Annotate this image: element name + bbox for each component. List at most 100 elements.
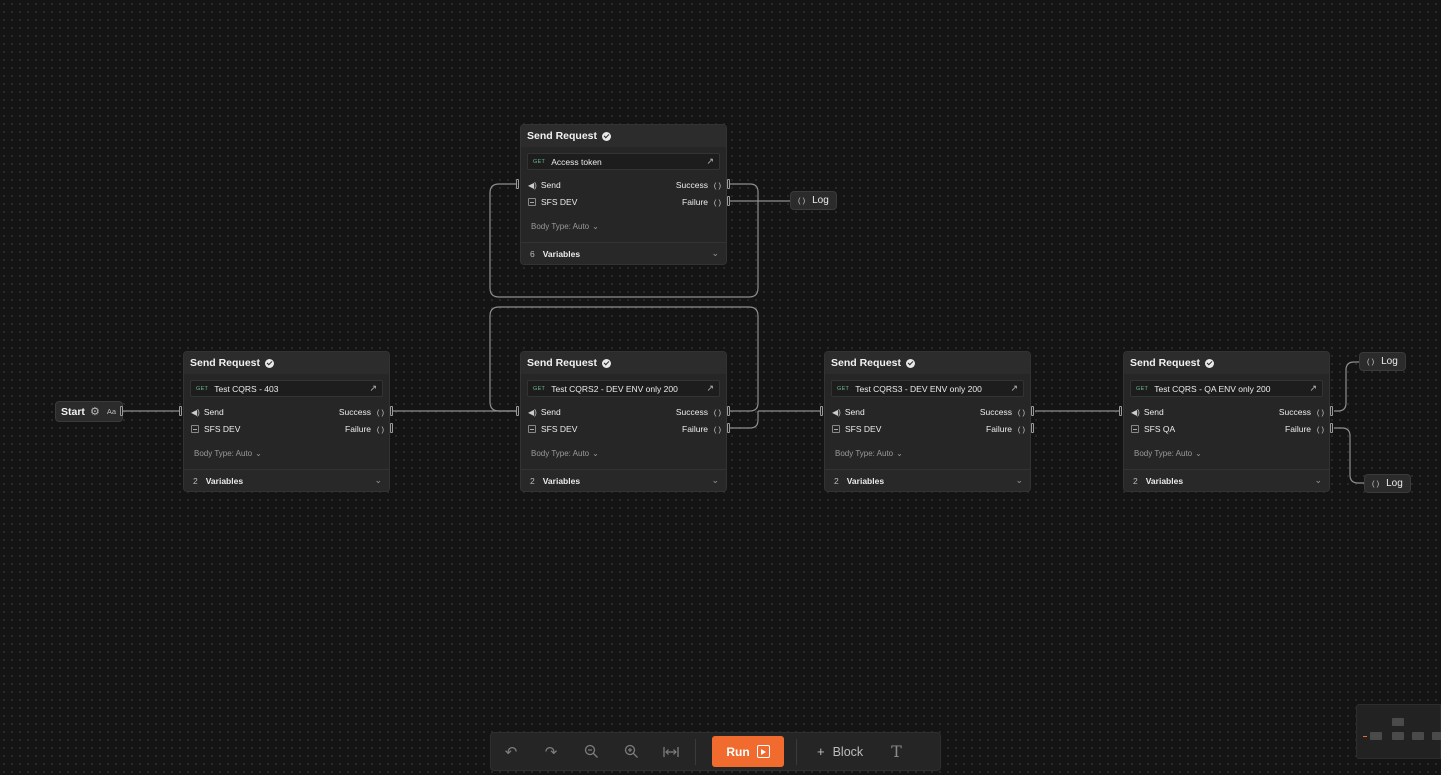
log-input-icon: ( ) bbox=[1372, 479, 1380, 488]
log-input-icon: ( ) bbox=[798, 196, 806, 205]
chevron-down-icon: ⌄ bbox=[711, 475, 719, 485]
chevron-down-icon: ⌄ bbox=[1314, 475, 1322, 485]
success-label: Success bbox=[675, 407, 708, 417]
access-token-send-port[interactable] bbox=[516, 179, 519, 189]
body-type-select[interactable]: Body Type: Auto ⌄ bbox=[531, 449, 599, 458]
body-type-label: Body Type: Auto bbox=[531, 449, 590, 458]
zoom-in-icon[interactable] bbox=[611, 737, 651, 767]
variables-toggle[interactable]: 2 Variables ⌄ bbox=[184, 469, 389, 491]
open-external-icon[interactable]: ↗ bbox=[706, 383, 714, 394]
cqrs2-success-port[interactable] bbox=[727, 406, 730, 416]
request-selector[interactable]: GET Test CQRS - QA ENV only 200 ↗ bbox=[1130, 380, 1323, 397]
node-title: Send Request bbox=[1130, 357, 1201, 369]
failure-label: Failure bbox=[682, 424, 708, 434]
access-token-failure-port[interactable] bbox=[727, 196, 730, 206]
success-label: Success bbox=[1278, 407, 1311, 417]
log-node-token-failure[interactable]: ( ) Log bbox=[790, 191, 837, 210]
env-row: SFS DEV Failure ( ) bbox=[184, 423, 391, 435]
send-signal-icon: ◀) bbox=[832, 407, 841, 417]
cqrs2-send-port[interactable] bbox=[516, 406, 519, 416]
zoom-out-icon[interactable] bbox=[571, 737, 611, 767]
log-node-qa-success[interactable]: ( ) Log bbox=[1359, 352, 1406, 371]
failure-output-icon: ( ) bbox=[1017, 424, 1025, 434]
add-block-button[interactable]: + Block bbox=[817, 744, 863, 759]
cqrs-qa-send-port[interactable] bbox=[1119, 406, 1122, 416]
success-output-icon: ( ) bbox=[1017, 407, 1025, 417]
body-type-select[interactable]: Body Type: Auto ⌄ bbox=[194, 449, 262, 458]
success-label: Success bbox=[675, 180, 708, 190]
success-label: Success bbox=[338, 407, 371, 417]
request-selector[interactable]: GET Test CQRS2 - DEV ENV only 200 ↗ bbox=[527, 380, 720, 397]
failure-label: Failure bbox=[345, 424, 371, 434]
cqrs-qa-failure-port[interactable] bbox=[1330, 423, 1333, 433]
variables-toggle[interactable]: 2 Variables ⌄ bbox=[521, 469, 726, 491]
text-icon[interactable]: T bbox=[891, 742, 902, 761]
request-name: Access token bbox=[551, 156, 602, 167]
send-request-node-cqrs3[interactable]: Send Request GET Test CQRS3 - DEV ENV on… bbox=[824, 351, 1031, 492]
start-node[interactable]: Start ⚙ Aa bbox=[55, 401, 123, 422]
variables-toggle[interactable]: 2 Variables ⌄ bbox=[1124, 469, 1329, 491]
fit-width-icon[interactable] bbox=[651, 737, 691, 767]
check-circle-icon bbox=[602, 131, 612, 141]
node-title: Send Request bbox=[190, 357, 261, 369]
gear-icon[interactable]: ⚙ bbox=[90, 405, 100, 418]
node-title: Send Request bbox=[527, 357, 598, 369]
wire-request4-failure-to-log bbox=[1334, 427, 1365, 484]
cqrs3-success-port[interactable] bbox=[1031, 406, 1034, 416]
cqrs-403-success-port[interactable] bbox=[390, 406, 393, 416]
variables-count: 2 bbox=[834, 475, 839, 486]
node-header: Send Request bbox=[521, 352, 726, 374]
start-output-port[interactable] bbox=[120, 406, 123, 416]
node-header: Send Request bbox=[825, 352, 1030, 374]
body-type-label: Body Type: Auto bbox=[835, 449, 894, 458]
variables-count: 6 bbox=[530, 248, 535, 259]
node-title: Send Request bbox=[831, 357, 902, 369]
wire-request4-success-to-log bbox=[1334, 361, 1360, 412]
open-external-icon[interactable]: ↗ bbox=[1010, 383, 1018, 394]
chevron-down-icon: ⌄ bbox=[711, 248, 719, 258]
open-external-icon[interactable]: ↗ bbox=[706, 156, 714, 167]
environment-icon bbox=[832, 425, 840, 433]
run-label: Run bbox=[726, 744, 750, 759]
send-request-node-cqrs-403[interactable]: Send Request GET Test CQRS - 403 ↗ ◀) Se… bbox=[183, 351, 390, 492]
environment-name: SFS DEV bbox=[541, 197, 578, 207]
cqrs3-failure-port[interactable] bbox=[1031, 423, 1034, 433]
http-method-badge: GET bbox=[1136, 385, 1149, 392]
variables-count: 2 bbox=[530, 475, 535, 486]
request-selector[interactable]: GET Access token ↗ bbox=[527, 153, 720, 170]
http-method-badge: GET bbox=[533, 158, 546, 165]
cqrs-403-send-port[interactable] bbox=[179, 406, 182, 416]
redo-icon[interactable]: ↷ bbox=[531, 737, 571, 767]
send-label: Send bbox=[540, 180, 561, 190]
minimap[interactable] bbox=[1356, 704, 1441, 759]
variables-toggle[interactable]: 2 Variables ⌄ bbox=[825, 469, 1030, 491]
open-external-icon[interactable]: ↗ bbox=[1309, 383, 1317, 394]
environment-name: SFS DEV bbox=[541, 424, 578, 434]
undo-icon[interactable]: ↶ bbox=[491, 737, 531, 767]
open-external-icon[interactable]: ↗ bbox=[369, 383, 377, 394]
run-button[interactable]: Run bbox=[712, 736, 784, 767]
cqrs3-send-port[interactable] bbox=[820, 406, 823, 416]
body-type-select[interactable]: Body Type: Auto ⌄ bbox=[1134, 449, 1202, 458]
send-label: Send bbox=[844, 407, 865, 417]
log-node-qa-failure[interactable]: ( ) Log bbox=[1364, 474, 1411, 493]
cqrs2-failure-port[interactable] bbox=[727, 423, 730, 433]
flow-canvas[interactable]: Start ⚙ Aa Send Request GET Access token… bbox=[0, 0, 1441, 775]
request-selector[interactable]: GET Test CQRS - 403 ↗ bbox=[190, 380, 383, 397]
cqrs-403-failure-port[interactable] bbox=[390, 423, 393, 433]
minimap-node bbox=[1392, 732, 1404, 740]
send-request-node-cqrs-qa[interactable]: Send Request GET Test CQRS - QA ENV only… bbox=[1123, 351, 1330, 492]
request-selector[interactable]: GET Test CQRS3 - DEV ENV only 200 ↗ bbox=[831, 380, 1024, 397]
cqrs-qa-success-port[interactable] bbox=[1330, 406, 1333, 416]
send-request-node-cqrs2[interactable]: Send Request GET Test CQRS2 - DEV ENV on… bbox=[520, 351, 727, 492]
access-token-success-port[interactable] bbox=[727, 179, 730, 189]
minimap-node bbox=[1392, 718, 1404, 726]
success-label: Success bbox=[979, 407, 1012, 417]
minimap-node bbox=[1370, 732, 1382, 740]
failure-label: Failure bbox=[1285, 424, 1311, 434]
environment-name: SFS QA bbox=[1144, 424, 1176, 434]
variables-toggle[interactable]: 6 Variables ⌄ bbox=[521, 242, 726, 264]
body-type-select[interactable]: Body Type: Auto ⌄ bbox=[835, 449, 903, 458]
body-type-select[interactable]: Body Type: Auto ⌄ bbox=[531, 222, 599, 231]
send-request-node-access-token[interactable]: Send Request GET Access token ↗ ◀) Send … bbox=[520, 124, 727, 265]
